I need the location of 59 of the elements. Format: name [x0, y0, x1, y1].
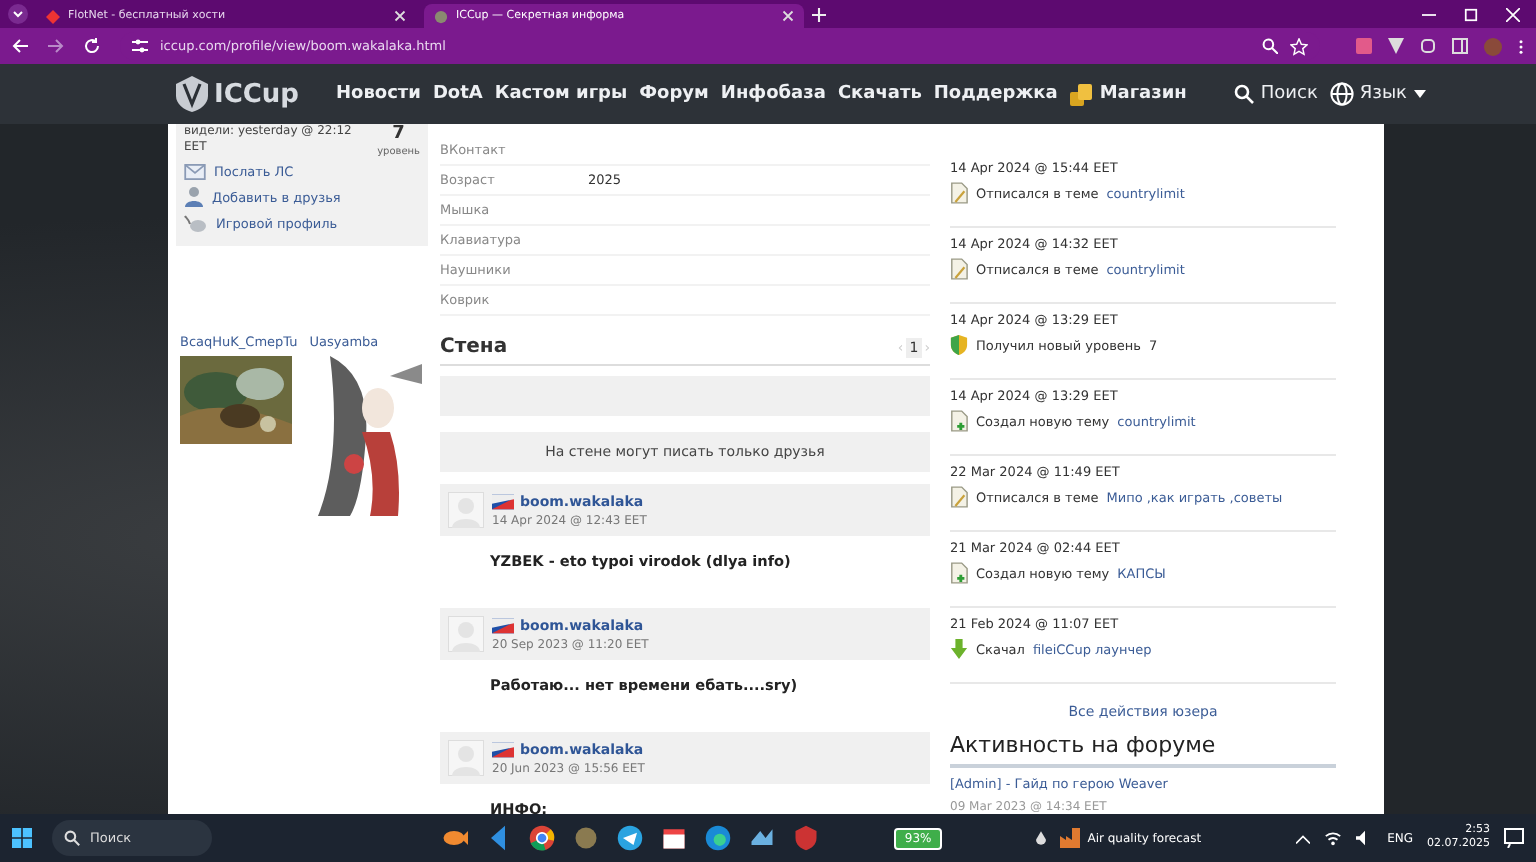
language-menu[interactable]: Язык [1329, 82, 1425, 106]
nav-link[interactable]: Новости [336, 82, 421, 106]
sidebar-icon[interactable] [1452, 38, 1468, 54]
reload-icon[interactable] [84, 38, 100, 54]
new-document-icon [950, 410, 968, 432]
close-icon[interactable] [782, 10, 794, 22]
caret-icon [1413, 90, 1425, 98]
document-icon [950, 258, 968, 280]
shield-app-icon[interactable] [792, 824, 820, 852]
site-info-icon [132, 38, 148, 54]
close-icon[interactable] [394, 10, 406, 22]
envelope-icon [184, 164, 206, 180]
section-heading: Активность на форуме [950, 732, 1336, 768]
notification-icon[interactable] [1504, 828, 1524, 848]
nav-link[interactable]: Скачать [837, 82, 922, 106]
windows-icon[interactable] [12, 828, 32, 848]
search-icon [64, 830, 80, 846]
forward-icon[interactable] [48, 38, 64, 54]
download-arrow-icon [950, 638, 968, 660]
factory-icon [1059, 828, 1080, 848]
nav-link[interactable]: Магазин [1069, 82, 1187, 106]
level-number: 7 [390, 124, 407, 146]
nav-link[interactable]: Кастом игры [494, 82, 628, 106]
chrome-icon[interactable] [528, 824, 556, 852]
avatar-placeholder-icon [448, 740, 484, 776]
new-tab-icon[interactable] [812, 7, 826, 21]
avatar-placeholder-icon [448, 616, 484, 652]
coins-icon [1069, 82, 1094, 106]
chevron-up-icon[interactable] [1295, 833, 1310, 843]
nav-link[interactable]: Форум [639, 82, 709, 106]
mouse-icon [184, 214, 208, 234]
nav-link[interactable]: Поддержка [933, 82, 1058, 106]
search-icon [1234, 84, 1255, 104]
paper-plane-icon[interactable] [616, 824, 644, 852]
search-link[interactable]: Поиск [1234, 84, 1318, 104]
logo-icon[interactable] [176, 76, 208, 112]
menu-icon[interactable] [1518, 37, 1524, 55]
drop-icon [1035, 830, 1046, 846]
nav-link[interactable]: DotA [432, 82, 483, 106]
wifi-icon[interactable] [1323, 830, 1342, 846]
star-icon[interactable] [1290, 37, 1308, 55]
new-document-icon [950, 562, 968, 584]
flag-icon [492, 617, 514, 633]
dropdown-icon[interactable] [8, 4, 28, 24]
nav-link[interactable]: Инфобаза [720, 82, 826, 106]
back-icon[interactable] [12, 38, 28, 54]
calendar-icon[interactable] [660, 824, 688, 852]
flag-icon [492, 741, 514, 757]
shield-icon [950, 334, 968, 356]
person-icon [184, 186, 204, 208]
document-icon [950, 182, 968, 204]
restore-icon[interactable] [1464, 7, 1478, 21]
avatar-placeholder-icon [448, 492, 484, 528]
section-heading: Стена [440, 336, 508, 358]
flag-icon [492, 493, 514, 509]
globe-icon [1329, 82, 1354, 106]
site-logo[interactable]: ICCup [214, 79, 299, 109]
zoom-icon[interactable] [1262, 38, 1278, 54]
document-icon [950, 486, 968, 508]
